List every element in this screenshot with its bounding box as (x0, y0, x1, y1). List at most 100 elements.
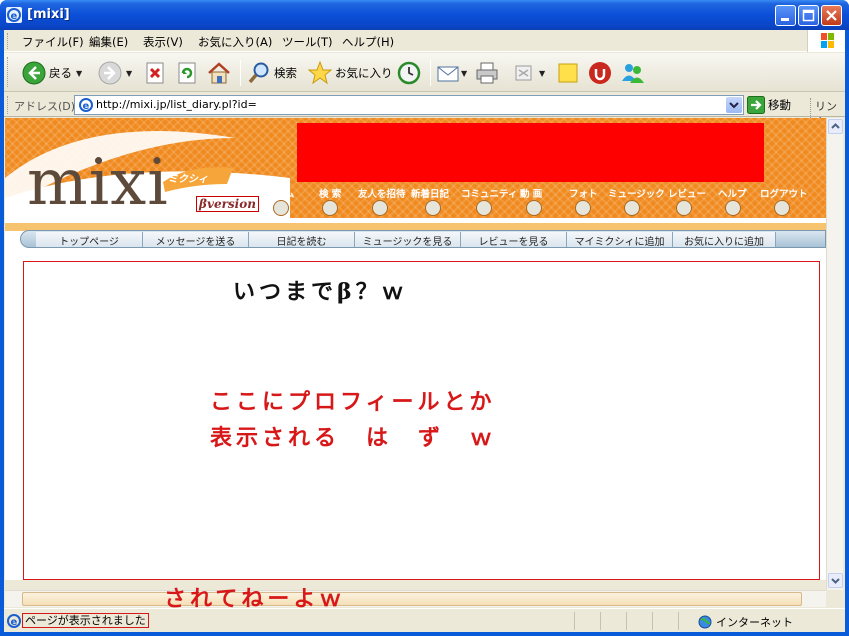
nav-help[interactable]: ヘルプ (718, 186, 747, 200)
video-icon[interactable] (526, 200, 542, 216)
menu-file[interactable]: ファイル(F) (22, 34, 84, 50)
edit-button[interactable]: ▼ (513, 58, 545, 88)
question-icon[interactable] (725, 200, 741, 216)
home-button[interactable] (206, 58, 232, 88)
svg-text:e: e (11, 617, 18, 628)
edit-dropdown-icon[interactable]: ▼ (539, 69, 545, 78)
svg-text:e: e (83, 101, 90, 112)
subnav-read-diary[interactable]: 日記を読む (249, 232, 355, 248)
menu-edit[interactable]: 編集(E) (89, 34, 128, 50)
address-bar: アドレス(D) e http://mixi.jp/list_diary.pl?i… (4, 93, 845, 130)
scroll-up-button[interactable] (828, 119, 843, 134)
title-bar[interactable]: e [mixi] (0, 0, 849, 30)
svg-text:e: e (11, 11, 18, 22)
subnav-view-review[interactable]: レビューを見る (461, 232, 567, 248)
nav-new-diary[interactable]: 新着日記 (411, 186, 449, 200)
favorites-button[interactable]: お気に入り (308, 58, 393, 88)
nav-community[interactable]: コミュニティ (461, 186, 517, 200)
messenger-icon (589, 62, 611, 84)
subnav-send-message[interactable]: メッセージを送る (143, 232, 249, 248)
nav-photo[interactable]: フォト (569, 186, 598, 200)
horizontal-scrollbar[interactable] (5, 590, 826, 607)
mixi-logo[interactable]: mixi (27, 146, 169, 220)
nav-search[interactable]: 検 索 (319, 186, 341, 200)
nav-invite[interactable]: 友人を招待 (358, 186, 406, 200)
status-text: ページが表示されました (22, 613, 149, 628)
menu-view[interactable]: 表示(V) (143, 34, 183, 50)
beta-badge: βversion (196, 196, 259, 212)
back-dropdown-icon[interactable]: ▼ (76, 69, 82, 78)
nav-review[interactable]: レビュー (668, 186, 706, 200)
menu-bar: ファイル(F) 編集(E) 表示(V) お気に入り(A) ツール(T) ヘルプ(… (4, 30, 845, 52)
beta-comment: いつまでβ？ｗ (233, 279, 408, 305)
go-button[interactable]: 移動 (747, 96, 791, 114)
messenger-button[interactable] (588, 58, 612, 88)
search-button[interactable]: 検索 (247, 58, 297, 88)
menu-help[interactable]: ヘルプ(H) (342, 34, 394, 50)
security-zone[interactable]: インターネット (698, 614, 793, 630)
nav-music[interactable]: ミュージック (608, 186, 665, 200)
subnav-view-music[interactable]: ミュージックを見る (355, 232, 461, 248)
ad-banner[interactable] (297, 123, 764, 182)
buddies-icon (622, 64, 644, 83)
stop-button[interactable] (145, 58, 165, 88)
smile-icon[interactable] (372, 200, 388, 216)
status-divider (626, 612, 627, 630)
profile-comment-line1: ここにプロフィールとか (210, 389, 496, 415)
chevron-down-icon (729, 102, 739, 109)
scroll-down-button[interactable] (828, 573, 843, 588)
menu-tools[interactable]: ツール(T) (282, 34, 333, 50)
forward-dropdown-icon[interactable]: ▼ (126, 69, 132, 78)
browser-window: e [mixi] ファイル(F) 編集(E) 表示(V) お気に入り(A) ツー… (0, 0, 849, 636)
camera-icon[interactable] (575, 200, 591, 216)
back-button[interactable]: 戻る ▼ (22, 58, 82, 88)
subnav-add-mymixi[interactable]: マイミクシィに追加 (567, 232, 673, 248)
zone-label: インターネット (716, 616, 793, 629)
print-button[interactable] (475, 58, 499, 88)
home-icon[interactable] (273, 200, 289, 216)
nav-home[interactable]: ホーム (266, 186, 294, 200)
nav-logout[interactable]: ログアウト (760, 186, 808, 200)
search-icon[interactable] (322, 200, 338, 216)
chevron-down-icon (831, 578, 840, 584)
page-viewport: mixi ミクシィ βversion ホーム 検 索 友人を招待 新着日記 コミ… (5, 118, 826, 580)
vertical-scrollbar[interactable] (826, 118, 843, 590)
minimize-button[interactable] (775, 5, 796, 26)
menu-grip[interactable] (7, 33, 10, 49)
windows-logo-icon (807, 30, 845, 52)
address-input[interactable]: e http://mixi.jp/list_diary.pl?id= (74, 95, 744, 115)
close-button[interactable] (821, 5, 842, 26)
history-button[interactable] (397, 58, 421, 88)
history-icon (397, 61, 421, 85)
horizontal-scroll-thumb[interactable] (22, 592, 802, 606)
refresh-button[interactable] (177, 58, 197, 88)
page-status-icon: e (7, 614, 21, 628)
logout-icon[interactable] (774, 200, 790, 216)
subnav-top-page[interactable]: トップページ (36, 232, 143, 248)
subnav-add-favorite[interactable]: お気に入りに追加 (673, 232, 776, 248)
page-icon: e (79, 98, 93, 112)
star-icon[interactable] (676, 200, 692, 216)
pencil-icon[interactable] (425, 200, 441, 216)
forward-button[interactable]: ▼ (98, 58, 132, 88)
search-label: 検索 (274, 66, 297, 80)
address-label: アドレス(D) (14, 100, 76, 113)
ie-icon: e (6, 7, 22, 23)
home-icon (208, 62, 230, 84)
address-dropdown-button[interactable] (726, 97, 742, 113)
address-grip[interactable] (7, 96, 10, 114)
mail-button[interactable]: ▼ (437, 58, 467, 88)
maximize-button[interactable] (798, 5, 819, 26)
buddy-button[interactable] (620, 58, 646, 88)
community-icon[interactable] (476, 200, 492, 216)
mail-dropdown-icon[interactable]: ▼ (461, 69, 467, 78)
menu-favorites[interactable]: お気に入り(A) (198, 34, 272, 50)
discuss-button[interactable] (557, 58, 579, 88)
mail-icon (437, 66, 459, 82)
music-note-icon[interactable] (624, 200, 640, 216)
sub-nav: トップページ メッセージを送る 日記を読む ミュージックを見る レビューを見る … (20, 230, 826, 248)
toolbar-grip[interactable] (7, 57, 10, 87)
toolbar-separator (240, 60, 241, 86)
nav-video[interactable]: 動 画 (520, 186, 542, 200)
note-icon (558, 63, 578, 83)
